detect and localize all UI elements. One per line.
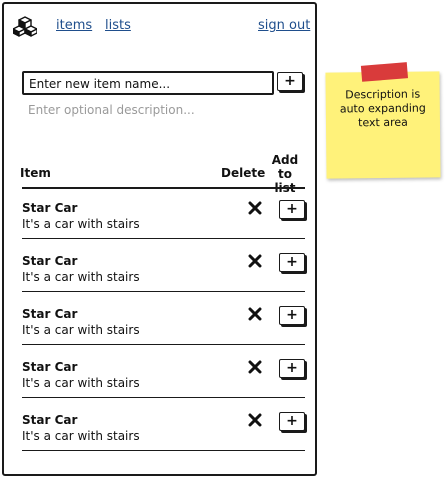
item-description: It's a car with stairs <box>22 323 140 337</box>
column-header-delete: Delete <box>221 166 266 180</box>
add-to-list-button[interactable]: + <box>279 253 305 272</box>
x-icon[interactable] <box>248 201 262 215</box>
table-row: Star Car It's a car with stairs + <box>22 253 305 307</box>
cubes-logo-icon[interactable] <box>13 15 37 37</box>
nav-lists-link[interactable]: lists <box>105 18 131 33</box>
item-description: It's a car with stairs <box>22 429 140 443</box>
header-divider <box>22 187 305 189</box>
x-icon[interactable] <box>248 413 262 427</box>
item-title: Star Car <box>22 201 78 215</box>
x-icon[interactable] <box>248 254 262 268</box>
new-item-name-placeholder: Enter new item name... <box>29 77 171 91</box>
row-divider <box>22 291 305 292</box>
add-item-button[interactable]: + <box>277 72 303 91</box>
column-header-item: Item <box>20 166 51 180</box>
add-to-list-button[interactable]: + <box>279 306 305 325</box>
sticky-note: Description is auto expanding text area <box>325 62 441 179</box>
item-title: Star Car <box>22 413 78 427</box>
sign-out-link[interactable]: sign out <box>258 18 310 33</box>
nav-items-link[interactable]: items <box>56 18 92 33</box>
sticky-note-tape <box>360 62 409 82</box>
add-to-list-button[interactable]: + <box>279 200 305 219</box>
table-row: Star Car It's a car with stairs + <box>22 200 305 254</box>
sticky-note-text: Description is auto expanding text area <box>339 87 426 130</box>
item-description: It's a car with stairs <box>22 270 140 284</box>
row-divider <box>22 450 305 451</box>
table-row: Star Car It's a car with stairs + <box>22 359 305 413</box>
row-divider <box>22 397 305 398</box>
app-window: items lists sign out Enter new item name… <box>2 2 317 476</box>
row-divider <box>22 344 305 345</box>
item-title: Star Car <box>22 307 78 321</box>
description-textarea[interactable]: Enter optional description... <box>28 103 195 117</box>
x-icon[interactable] <box>248 360 262 374</box>
item-title: Star Car <box>22 360 78 374</box>
table-row: Star Car It's a car with stairs + <box>22 306 305 360</box>
add-to-list-button[interactable]: + <box>279 359 305 378</box>
item-description: It's a car with stairs <box>22 376 140 390</box>
row-divider <box>22 238 305 239</box>
item-title: Star Car <box>22 254 78 268</box>
item-description: It's a car with stairs <box>22 217 140 231</box>
table-row: Star Car It's a car with stairs + <box>22 412 305 466</box>
add-to-list-button[interactable]: + <box>279 412 305 431</box>
column-header-add-line2: to list <box>274 167 296 195</box>
column-header-add-line1: Add <box>271 153 299 167</box>
new-item-name-input[interactable]: Enter new item name... <box>22 71 274 95</box>
x-icon[interactable] <box>248 307 262 321</box>
